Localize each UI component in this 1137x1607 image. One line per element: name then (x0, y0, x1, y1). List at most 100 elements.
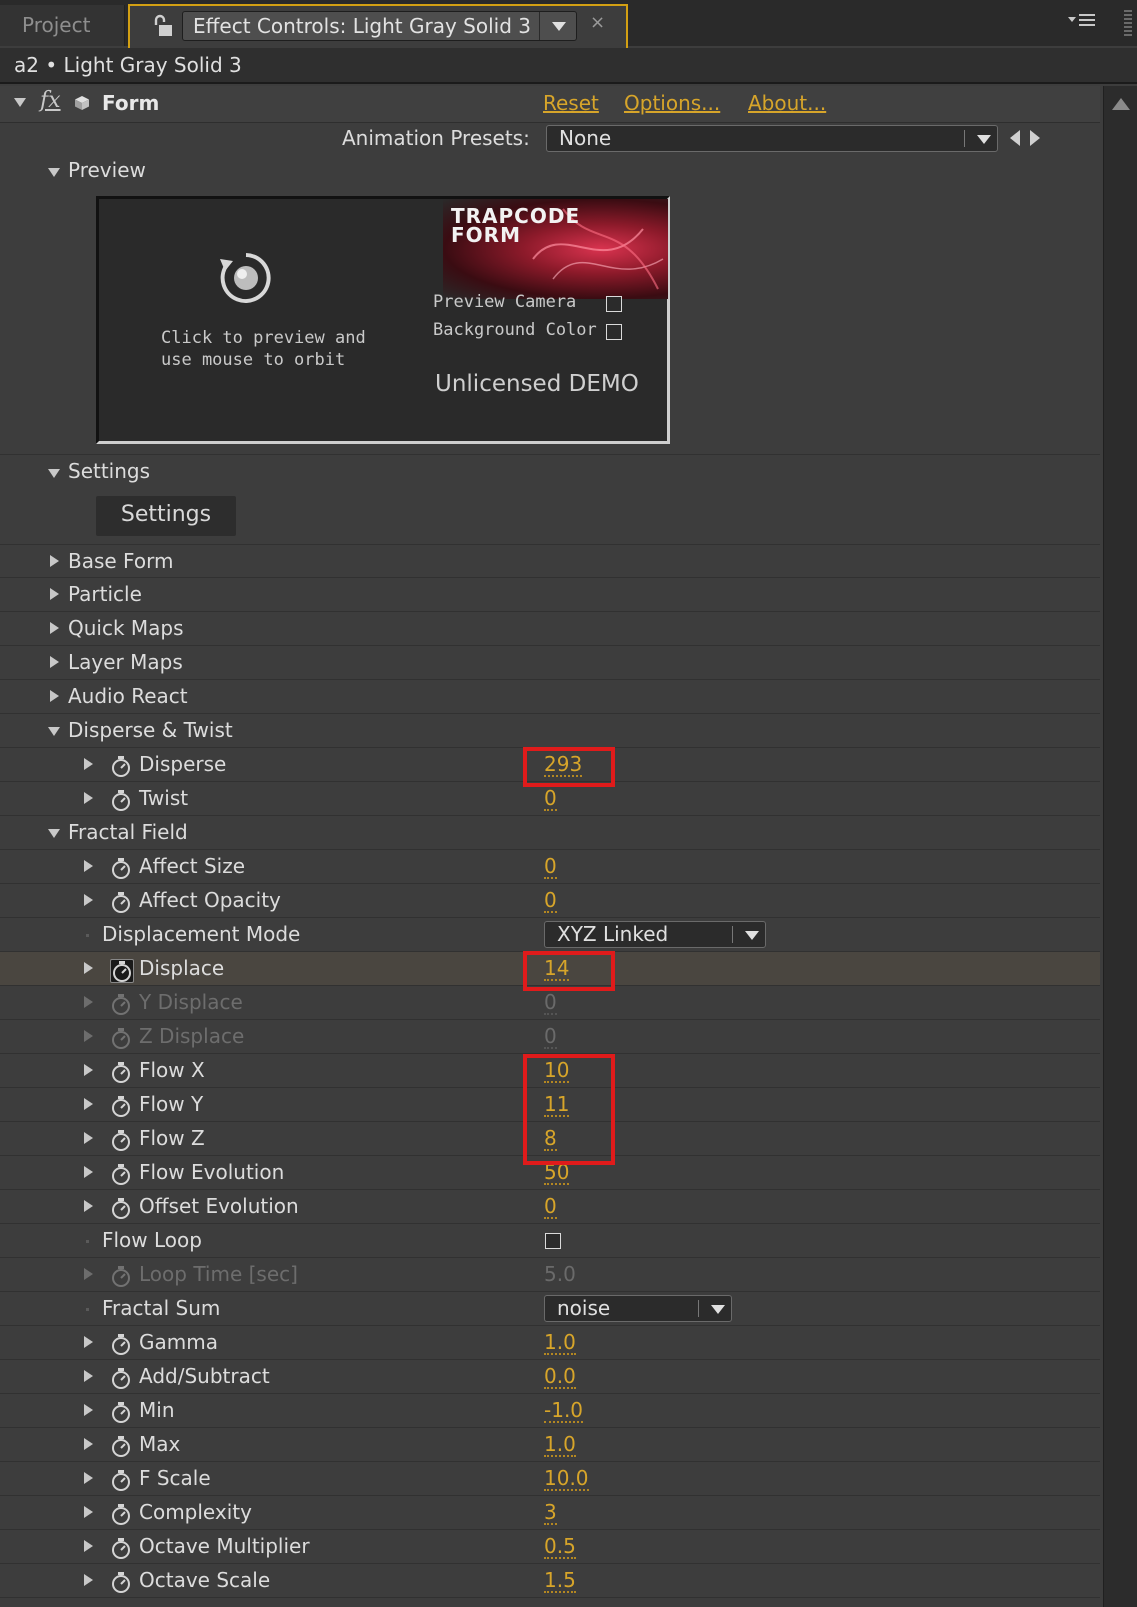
lock-icon[interactable] (152, 14, 174, 38)
param-flow-loop[interactable]: Flow Loop (0, 1224, 1100, 1258)
twirl-down-icon[interactable] (48, 469, 60, 478)
fractal-sum-dropdown[interactable]: noise (544, 1295, 732, 1322)
twirl-right-icon[interactable] (84, 962, 93, 974)
twirl-right-icon[interactable] (84, 1132, 93, 1144)
stopwatch-icon[interactable] (110, 1401, 132, 1423)
group-base-form[interactable]: Base Form (0, 544, 1100, 578)
stopwatch-icon[interactable] (110, 1197, 132, 1219)
effect-controls-layer-selector[interactable]: Effect Controls: Light Gray Solid 3 (182, 11, 577, 41)
tab-project[interactable]: Project (0, 5, 125, 46)
param-affect-opacity[interactable]: Affect Opacity 0 (0, 884, 1100, 918)
twirl-right-icon[interactable] (50, 690, 59, 702)
panel-menu-icon[interactable] (1068, 10, 1098, 32)
stopwatch-icon[interactable] (110, 891, 132, 913)
twirl-right-icon[interactable] (84, 1574, 93, 1586)
stopwatch-icon[interactable] (110, 789, 132, 811)
fx-icon[interactable]: fx (40, 88, 61, 113)
group-fractal-field[interactable]: Fractal Field (0, 816, 1100, 850)
stopwatch-icon[interactable] (110, 1367, 132, 1389)
stopwatch-icon[interactable] (110, 1503, 132, 1525)
stopwatch-icon[interactable] (110, 1129, 132, 1151)
twirl-right-icon[interactable] (84, 1098, 93, 1110)
param-value[interactable]: -1.0 (544, 1394, 584, 1423)
group-disperse-twist[interactable]: Disperse & Twist (0, 714, 1100, 748)
stopwatch-icon[interactable] (110, 1163, 132, 1185)
twirl-right-icon[interactable] (84, 1472, 93, 1484)
stopwatch-icon[interactable] (110, 755, 132, 777)
flow-loop-checkbox[interactable] (545, 1233, 561, 1249)
panel-grip-handle[interactable] (1124, 10, 1132, 36)
param-value[interactable]: 1.0 (544, 1326, 576, 1355)
twirl-right-icon[interactable] (50, 656, 59, 668)
close-icon[interactable]: × (590, 12, 605, 33)
param-affect-size[interactable]: Affect Size 0 (0, 850, 1100, 884)
param-add-subtract[interactable]: Add/Subtract 0.0 (0, 1360, 1100, 1394)
stopwatch-icon[interactable] (110, 1469, 132, 1491)
twirl-right-icon[interactable] (84, 792, 93, 804)
stopwatch-icon[interactable] (110, 1061, 132, 1083)
preview-section-row[interactable]: Preview (0, 154, 1100, 190)
stopwatch-icon[interactable] (110, 857, 132, 879)
param-value[interactable]: 0.0 (544, 1360, 576, 1389)
twirl-right-icon[interactable] (84, 1404, 93, 1416)
group-particle[interactable]: Particle (0, 578, 1100, 612)
param-offset-evolution[interactable]: Offset Evolution 0 (0, 1190, 1100, 1224)
param-value[interactable]: 10.0 (544, 1462, 589, 1491)
twirl-right-icon[interactable] (84, 1506, 93, 1518)
twirl-right-icon[interactable] (84, 1166, 93, 1178)
param-value[interactable]: 0.5 (544, 1530, 576, 1559)
next-preset-icon[interactable] (1030, 130, 1040, 146)
options-link[interactable]: Options... (624, 86, 720, 120)
param-displacement-mode[interactable]: Displacement Mode XYZ Linked (0, 918, 1100, 952)
twirl-right-icon[interactable] (84, 1370, 93, 1382)
scroll-up-icon[interactable] (1112, 98, 1130, 110)
twirl-right-icon[interactable] (50, 622, 59, 634)
animation-presets-dropdown[interactable]: None (546, 125, 998, 152)
twirl-right-icon[interactable] (84, 1200, 93, 1212)
twirl-right-icon[interactable] (84, 1540, 93, 1552)
background-color-checkbox[interactable] (606, 324, 622, 340)
param-fractal-sum[interactable]: Fractal Sum noise (0, 1292, 1100, 1326)
stopwatch-icon[interactable] (110, 1095, 132, 1117)
vertical-scrollbar[interactable] (1103, 86, 1137, 1607)
twirl-down-icon[interactable] (48, 168, 60, 177)
param-value[interactable]: 0 (544, 1190, 557, 1219)
param-f-scale[interactable]: F Scale 10.0 (0, 1462, 1100, 1496)
param-twist[interactable]: Twist 0 (0, 782, 1100, 816)
param-max[interactable]: Max 1.0 (0, 1428, 1100, 1462)
twirl-down-icon[interactable] (48, 829, 60, 838)
twirl-right-icon[interactable] (84, 1438, 93, 1450)
twirl-down-icon[interactable] (14, 98, 26, 107)
preview-camera-checkbox[interactable] (606, 296, 622, 312)
preview-viewport[interactable]: Click to preview and use mouse to orbit … (96, 196, 670, 444)
settings-button[interactable]: Settings (96, 496, 236, 536)
settings-section-row[interactable]: Settings (0, 454, 1100, 490)
param-complexity[interactable]: Complexity 3 (0, 1496, 1100, 1530)
twirl-right-icon[interactable] (50, 588, 59, 600)
stopwatch-icon[interactable] (110, 1571, 132, 1593)
param-value[interactable]: 1.0 (544, 1428, 576, 1457)
stopwatch-icon-active[interactable] (110, 959, 134, 983)
twirl-right-icon[interactable] (84, 860, 93, 872)
group-layer-maps[interactable]: Layer Maps (0, 646, 1100, 680)
param-octave-scale[interactable]: Octave Scale 1.5 (0, 1564, 1100, 1598)
reset-link[interactable]: Reset (543, 86, 599, 120)
about-link[interactable]: About... (748, 86, 826, 120)
param-gamma[interactable]: Gamma 1.0 (0, 1326, 1100, 1360)
twirl-right-icon[interactable] (84, 758, 93, 770)
twirl-right-icon[interactable] (50, 555, 59, 567)
group-quick-maps[interactable]: Quick Maps (0, 612, 1100, 646)
stopwatch-icon[interactable] (110, 1435, 132, 1457)
twirl-right-icon[interactable] (84, 1336, 93, 1348)
param-value[interactable]: 0 (544, 850, 557, 879)
param-min[interactable]: Min -1.0 (0, 1394, 1100, 1428)
param-value[interactable]: 0 (544, 884, 557, 913)
tab-effect-controls[interactable]: Effect Controls: Light Gray Solid 3 × (128, 4, 628, 48)
layer-selector-dropdown[interactable] (539, 12, 576, 40)
param-value[interactable]: 3 (544, 1496, 557, 1525)
twirl-right-icon[interactable] (84, 1064, 93, 1076)
previous-preset-icon[interactable] (1010, 130, 1020, 146)
param-value[interactable]: 1.5 (544, 1564, 576, 1593)
param-octave-multiplier[interactable]: Octave Multiplier 0.5 (0, 1530, 1100, 1564)
displacement-mode-dropdown[interactable]: XYZ Linked (544, 921, 766, 948)
